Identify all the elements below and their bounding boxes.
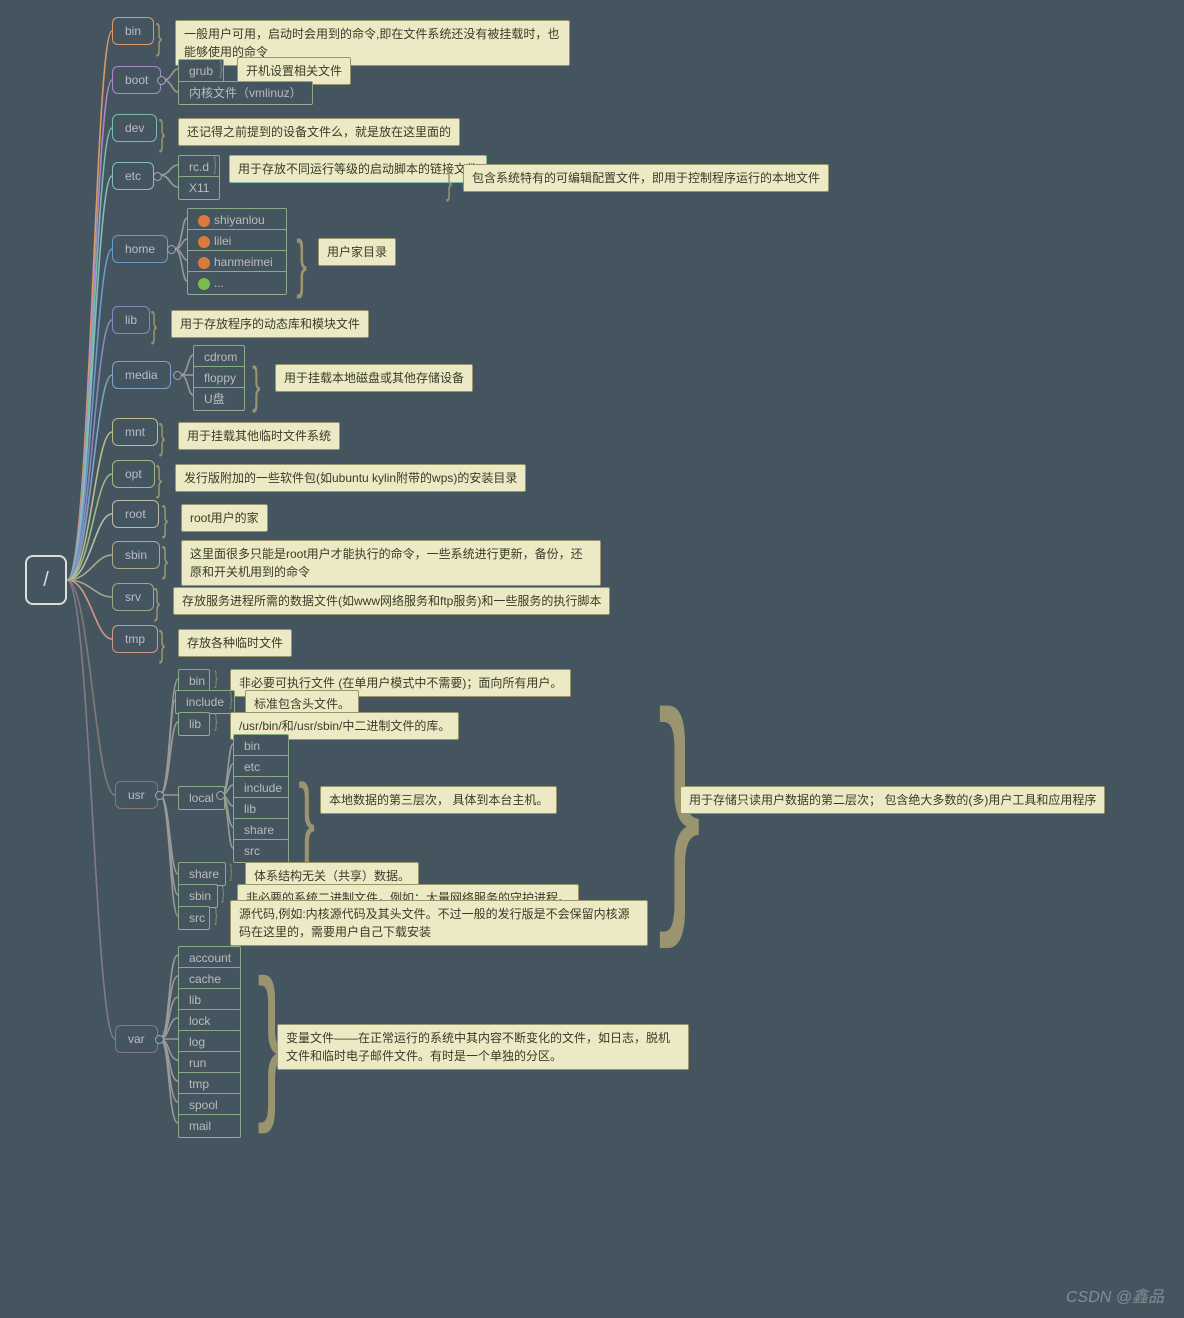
note-opt: 发行版附加的一些软件包(如ubuntu kylin附带的wps)的安装目录 [175,464,526,492]
note-dev: 还记得之前提到的设备文件么，就是放在这里面的 [178,118,460,146]
root-node[interactable]: / [25,555,67,605]
leaf-usr-lib[interactable]: lib [178,712,210,736]
user-label: lilei [214,234,231,248]
node-dev[interactable]: dev [112,114,157,142]
node-media[interactable]: media [112,361,171,389]
note-usr-local: 本地数据的第三层次， 具体到本台主机。 [320,786,557,814]
note-usr-overall: 用于存储只读用户数据的第二层次； 包含绝大多数的(多)用户工具和应用程序 [680,786,1105,814]
watermark: CSDN @鑫品 [1066,1286,1164,1310]
node-srv[interactable]: srv [112,583,154,611]
note-srv: 存放服务进程所需的数据文件(如www网络服务和ftp服务)和一些服务的执行脚本 [173,587,610,615]
expand-dot[interactable] [173,371,182,380]
leaf-usr-include[interactable]: include [175,690,235,714]
leaf-var[interactable]: mail [178,1114,241,1138]
note-mnt: 用于挂载其他临时文件系统 [178,422,340,450]
node-tmp[interactable]: tmp [112,625,158,653]
note-lib: 用于存放程序的动态库和模块文件 [171,310,369,338]
leaf-usr-share[interactable]: share [178,862,226,886]
note-sbin: 这里面很多只能是root用户才能执行的命令，一些系统进行更新，备份，还原和开关机… [181,540,601,586]
user-label: ... [214,276,224,290]
node-usr[interactable]: usr [115,781,158,809]
node-opt[interactable]: opt [112,460,155,488]
note-root: root用户的家 [181,504,268,532]
leaf-usr-src[interactable]: src [178,906,210,930]
user-label: hanmeimei [214,255,273,269]
note-tmp: 存放各种临时文件 [178,629,292,657]
node-mnt[interactable]: mnt [112,418,158,446]
leaf-local[interactable]: src [233,839,289,863]
note-home: 用户家目录 [318,238,396,266]
leaf-kernel[interactable]: 内核文件（vmlinuz） [178,81,313,105]
note-bin: 一般用户可用，启动时会用到的命令,即在文件系统还没有被挂载时，也能够使用的命令 [175,20,570,66]
note-var: 变量文件——在正常运行的系统中其内容不断变化的文件，如日志，脱机文件和临时电子邮… [277,1024,689,1070]
node-root[interactable]: root [112,500,159,528]
node-sbin[interactable]: sbin [112,541,160,569]
leaf-x11[interactable]: X11 [178,176,220,200]
expand-dot[interactable] [155,1035,164,1044]
expand-dot[interactable] [153,172,162,181]
node-etc[interactable]: etc [112,162,154,190]
expand-dot[interactable] [216,791,225,800]
leaf-grub[interactable]: grub [178,59,224,83]
node-var[interactable]: var [115,1025,158,1053]
note-etc: 包含系统特有的可编辑配置文件，即用于控制程序运行的本地文件 [463,164,829,192]
expand-dot[interactable] [167,245,176,254]
node-bin[interactable]: bin [112,17,154,45]
note-usr-src: 源代码,例如:内核源代码及其头文件。不过一般的发行版是不会保留内核源码在这里的，… [230,900,648,946]
note-media: 用于挂载本地磁盘或其他存储设备 [275,364,473,392]
node-boot[interactable]: boot [112,66,161,94]
user-label: shiyanlou [214,213,265,227]
node-lib[interactable]: lib [112,306,150,334]
expand-dot[interactable] [155,791,164,800]
leaf-media[interactable]: U盘 [193,387,245,411]
expand-dot[interactable] [157,76,166,85]
node-home[interactable]: home [112,235,168,263]
leaf-user[interactable]: ... [187,271,287,295]
leaf-usr-sbin[interactable]: sbin [178,884,218,908]
